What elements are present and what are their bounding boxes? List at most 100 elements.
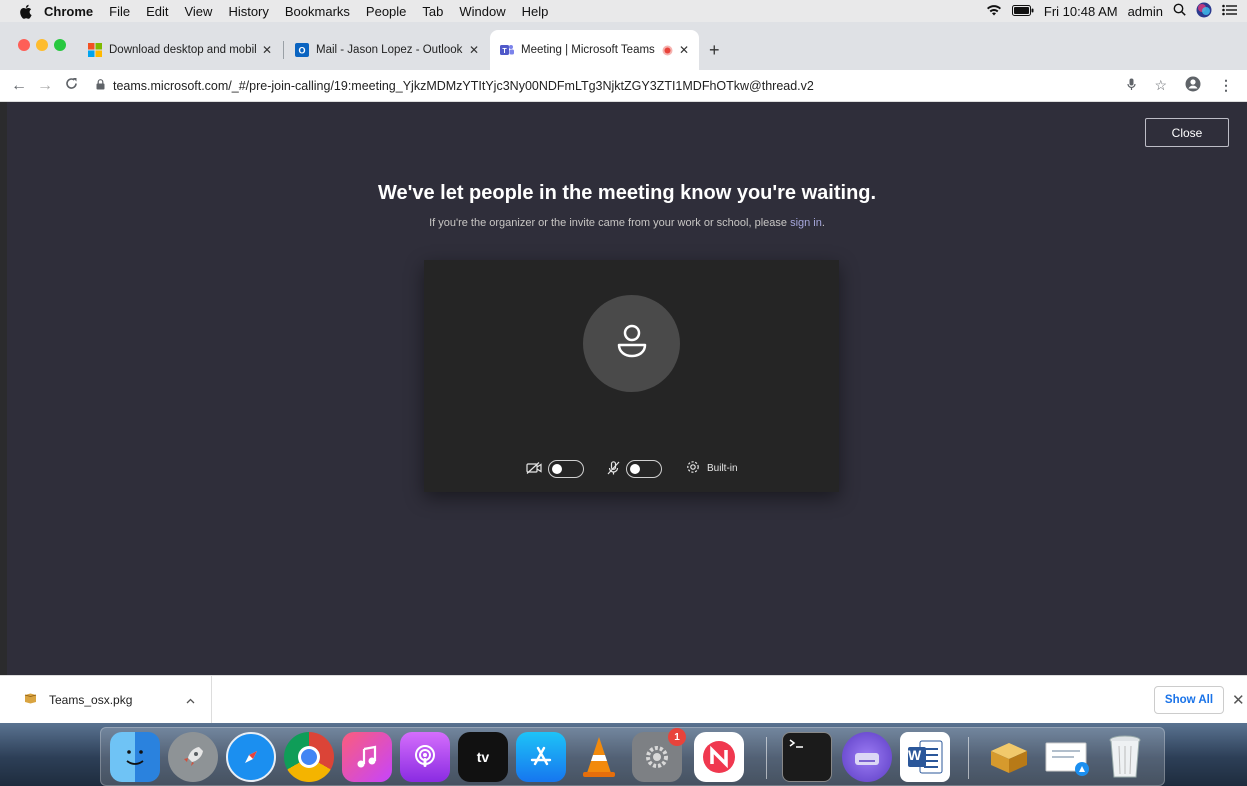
microphone-control	[607, 460, 662, 478]
menubar-status-area: Fri 10:48 AM admin	[986, 2, 1247, 21]
menu-help[interactable]: Help	[514, 4, 557, 19]
chrome-menu-icon[interactable]: ⋮	[1219, 77, 1233, 94]
apple-tv-label: tv	[476, 749, 490, 765]
downloaded-file-preview-icon[interactable]	[1042, 732, 1092, 782]
apple-tv-icon[interactable]: tv	[458, 732, 508, 782]
sign-in-hint-text: If you're the organizer or the invite ca…	[429, 217, 791, 229]
finder-icon[interactable]	[110, 732, 160, 782]
svg-text:O: O	[298, 46, 305, 56]
tab-teams-meeting[interactable]: T Meeting | Microsoft Teams ✕	[490, 30, 699, 70]
tab-close-icon[interactable]: ✕	[469, 43, 479, 57]
menu-people[interactable]: People	[358, 4, 414, 19]
menu-bookmarks[interactable]: Bookmarks	[277, 4, 358, 19]
sign-in-link[interactable]: sign in	[790, 217, 822, 229]
bookmark-star-icon[interactable]: ☆	[1154, 77, 1167, 94]
toolbar-actions: ☆ ⋮	[1127, 76, 1247, 95]
page-title: We've let people in the meeting know you…	[377, 182, 877, 204]
close-download-bar-icon[interactable]: ✕	[1232, 691, 1245, 709]
apple-icon[interactable]	[14, 4, 36, 19]
close-button[interactable]: Close	[1145, 118, 1229, 147]
camera-off-icon	[526, 461, 542, 477]
app-store-icon[interactable]	[516, 732, 566, 782]
tab-title: Mail - Jason Lopez - Outlook	[316, 44, 463, 56]
menu-window[interactable]: Window	[451, 4, 513, 19]
terminal-icon[interactable]	[782, 732, 832, 782]
window-close-button[interactable]	[18, 39, 30, 51]
browser-toolbar: ← → teams.microsoft.com/_#/pre-join-call…	[0, 70, 1247, 102]
download-filename: Teams_osx.pkg	[49, 693, 133, 707]
installer-package-icon[interactable]	[984, 732, 1034, 782]
menu-edit[interactable]: Edit	[138, 4, 176, 19]
notification-badge: 1	[668, 728, 686, 746]
person-icon	[610, 319, 654, 368]
menu-app-name[interactable]: Chrome	[36, 4, 101, 19]
system-preferences-gear-icon[interactable]: 1	[632, 728, 686, 782]
microphone-off-icon	[607, 460, 620, 478]
sign-in-hint: If you're the organizer or the invite ca…	[7, 217, 1247, 229]
toggle-knob	[630, 463, 640, 474]
teams-icon: T	[500, 43, 514, 57]
window-minimize-button[interactable]	[36, 39, 48, 51]
sign-in-hint-suffix: .	[821, 217, 825, 229]
wifi-icon[interactable]	[986, 4, 1002, 19]
tab-close-icon[interactable]: ✕	[679, 43, 689, 57]
camera-control	[526, 460, 584, 478]
microphone-in-use-icon[interactable]	[1127, 78, 1137, 94]
word-label: W	[908, 747, 922, 763]
device-label: Built-in	[707, 463, 738, 474]
menu-file[interactable]: File	[101, 4, 138, 19]
toggle-knob	[552, 463, 562, 474]
menu-history[interactable]: History	[220, 4, 276, 19]
svg-text:T: T	[502, 48, 507, 55]
spotlight-search-icon[interactable]	[1173, 3, 1186, 19]
dock-separator	[968, 737, 969, 779]
outlook-icon: O	[295, 43, 309, 57]
safari-compass-icon[interactable]	[226, 732, 276, 782]
user-name[interactable]: admin	[1128, 4, 1163, 19]
tab-title: Download desktop and mobile	[109, 44, 256, 56]
gear-icon	[686, 460, 700, 477]
back-arrow-icon[interactable]: ←	[6, 77, 32, 95]
podcasts-icon[interactable]	[400, 732, 450, 782]
clock-text[interactable]: Fri 10:48 AM	[1044, 4, 1118, 19]
reload-icon[interactable]	[58, 77, 84, 95]
device-settings-button[interactable]: Built-in	[686, 460, 738, 477]
recording-indicator-icon	[662, 45, 673, 56]
news-icon[interactable]	[694, 732, 744, 782]
address-bar[interactable]: teams.microsoft.com/_#/pre-join-calling/…	[96, 79, 1127, 93]
camera-toggle[interactable]	[548, 460, 584, 478]
microphone-toggle[interactable]	[626, 460, 662, 478]
disk-utility-icon[interactable]	[842, 732, 892, 782]
battery-icon[interactable]	[1011, 4, 1034, 19]
siri-icon[interactable]	[1196, 2, 1212, 21]
show-all-downloads-button[interactable]: Show All	[1154, 686, 1224, 714]
teams-prejoin-page: Close We've let people in the meeting kn…	[7, 102, 1247, 675]
chrome-browser-icon[interactable]	[284, 732, 334, 782]
profile-avatar-icon[interactable]	[1185, 76, 1201, 95]
lock-icon[interactable]	[96, 78, 105, 93]
download-item[interactable]: Teams_osx.pkg	[0, 676, 212, 724]
tab-close-icon[interactable]: ✕	[262, 43, 272, 57]
tab-separator	[283, 41, 284, 59]
notification-center-icon[interactable]	[1222, 4, 1237, 19]
tab-strip: Download desktop and mobile ✕ O Mail - J…	[0, 22, 1247, 70]
video-preview: Built-in	[424, 260, 839, 492]
tab-title: Meeting | Microsoft Teams	[521, 44, 655, 56]
trash-icon[interactable]	[1100, 732, 1150, 782]
window-zoom-button[interactable]	[54, 39, 66, 51]
tab-download-desktop[interactable]: Download desktop and mobile ✕	[78, 30, 282, 70]
menu-view[interactable]: View	[176, 4, 220, 19]
chevron-up-icon[interactable]	[186, 693, 195, 707]
new-tab-plus-icon[interactable]: +	[709, 40, 720, 61]
menu-tab[interactable]: Tab	[414, 4, 451, 19]
forward-arrow-icon[interactable]: →	[32, 77, 58, 95]
vlc-cone-icon[interactable]	[574, 732, 624, 782]
url-text[interactable]: teams.microsoft.com/_#/pre-join-calling/…	[113, 79, 814, 93]
music-note-icon[interactable]	[342, 732, 392, 782]
avatar	[583, 295, 680, 392]
microsoft-word-icon[interactable]: W	[900, 732, 950, 782]
launchpad-rocket-icon[interactable]	[168, 732, 218, 782]
mac-menu-bar: Chrome File Edit View History Bookmarks …	[0, 0, 1247, 22]
mac-dock: tv 1 W	[0, 723, 1247, 786]
tab-outlook-mail[interactable]: O Mail - Jason Lopez - Outlook ✕	[285, 30, 489, 70]
